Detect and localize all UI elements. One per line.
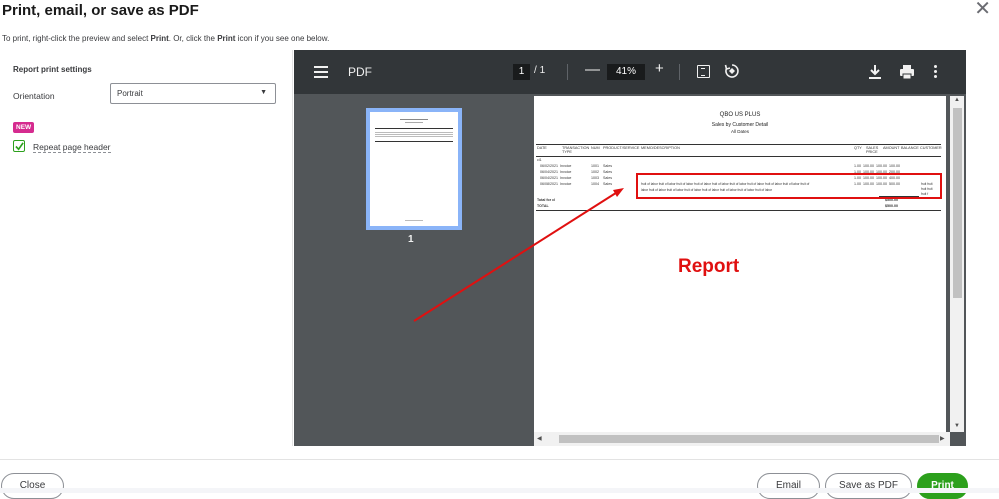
rule	[536, 144, 941, 145]
col-header: NUM	[591, 146, 600, 150]
orientation-select[interactable]: Portrait ▼	[110, 83, 276, 104]
zoom-input[interactable]: 41%	[607, 64, 645, 80]
orientation-label: Orientation	[13, 91, 55, 101]
col-header: SALES PRICE	[866, 146, 879, 154]
table-row: 06/02/2021 Invoice	[540, 164, 572, 168]
page-number-input[interactable]: 1	[513, 64, 530, 80]
save-as-pdf-button[interactable]: Save as PDF	[825, 473, 912, 499]
close-button[interactable]: Close	[1, 473, 64, 499]
instructions-print-bold: Print	[217, 34, 236, 43]
repeat-header-checkbox[interactable]	[13, 140, 25, 152]
table-row: 06/08/2021 Invoice	[540, 182, 572, 186]
vertical-scrollbar[interactable]: ▲ ▼	[950, 96, 964, 432]
grand-total-value: $500.00	[885, 204, 898, 208]
col-header: QTY	[854, 146, 862, 150]
pdf-viewer: PDF 1 / 1 — 41% + 1 QBO US PLUS Sales by…	[294, 50, 966, 446]
download-icon[interactable]	[868, 64, 882, 80]
email-button[interactable]: Email	[757, 473, 820, 499]
toolbar-divider	[679, 64, 680, 80]
col-header: MEMO/DESCRIPTION	[641, 146, 680, 150]
dialog-title: Print, email, or save as PDF	[2, 2, 199, 19]
settings-title: Report print settings	[13, 65, 92, 74]
col-header: TRANSACTION TYPE	[562, 146, 590, 154]
checkmark-icon	[15, 142, 24, 151]
toolbar-divider	[567, 64, 568, 80]
zoom-out-button[interactable]: —	[585, 61, 600, 78]
cell: Sales	[603, 170, 612, 174]
pdf-toolbar: PDF 1 / 1 — 41% +	[294, 50, 966, 94]
zoom-in-button[interactable]: +	[655, 60, 664, 77]
page-thumbnail[interactable]	[366, 108, 462, 230]
instructions-print-bold: Print	[150, 34, 169, 43]
thumbnail-page-number: 1	[408, 234, 414, 245]
menu-icon[interactable]	[314, 66, 328, 78]
scroll-right-icon[interactable]: ▶	[940, 435, 945, 442]
annotation-box	[636, 173, 942, 199]
footer-divider	[0, 459, 999, 460]
report-page: QBO US PLUS Sales by Customer Detail All…	[534, 96, 946, 432]
cell: 1.00 100.00 100.00 100.00	[854, 164, 900, 168]
settings-panel	[0, 50, 293, 446]
instructions-text: . Or, click the	[168, 34, 218, 43]
scroll-left-icon[interactable]: ◀	[537, 435, 542, 442]
bottom-bar	[0, 488, 999, 493]
scroll-up-icon[interactable]: ▲	[954, 97, 960, 103]
scroll-down-icon[interactable]: ▼	[954, 423, 960, 429]
close-icon[interactable]: ✕	[974, 0, 991, 20]
instructions-text: icon if you see one below.	[235, 34, 330, 43]
col-header: PRODUCT/SERVICE	[603, 146, 640, 150]
horizontal-scrollbar[interactable]: ◀ ▶	[534, 432, 950, 446]
col-header: BALANCE	[901, 146, 919, 150]
total-label: Total for cl	[537, 198, 556, 202]
grand-total-label: TOTAL	[537, 204, 549, 208]
fit-page-icon[interactable]	[697, 65, 710, 78]
new-badge: NEW	[13, 122, 35, 133]
cell: 1004	[591, 182, 599, 186]
cell: 1003	[591, 176, 599, 180]
repeat-header-label[interactable]: Repeat page header	[33, 142, 111, 153]
cell: 1002	[591, 170, 599, 174]
report-subtitle: All Dates	[730, 129, 749, 134]
rule	[536, 210, 941, 211]
caret-down-icon: ▼	[260, 89, 267, 96]
report-company: QBO US PLUS	[719, 112, 761, 118]
annotation-label: Report	[678, 256, 740, 277]
col-header: AMOUNT	[883, 146, 900, 150]
group-label: cl1	[537, 158, 542, 162]
print-icon[interactable]	[899, 64, 915, 80]
instructions-text: To print, right-click the preview and se…	[2, 34, 151, 43]
cell: 1001	[591, 164, 599, 168]
col-header: DATE	[537, 146, 547, 150]
cell: Sales	[603, 176, 612, 180]
cell: Sales	[603, 182, 612, 186]
rule	[536, 156, 941, 157]
report-title: Sales by Customer Detail	[711, 122, 769, 128]
instructions: To print, right-click the preview and se…	[2, 34, 329, 43]
more-options-icon[interactable]	[934, 65, 940, 79]
print-button[interactable]: Print	[917, 473, 968, 499]
rotate-icon[interactable]	[724, 63, 740, 79]
col-header: CUSTOMER	[920, 146, 942, 150]
table-row: 06/04/2021 Invoice	[540, 176, 572, 180]
cell: Sales	[603, 164, 612, 168]
page-total: / 1	[534, 65, 546, 76]
orientation-value: Portrait	[117, 89, 143, 98]
table-row: 06/04/2021 Invoice	[540, 170, 572, 174]
doc-title: PDF	[348, 65, 372, 79]
